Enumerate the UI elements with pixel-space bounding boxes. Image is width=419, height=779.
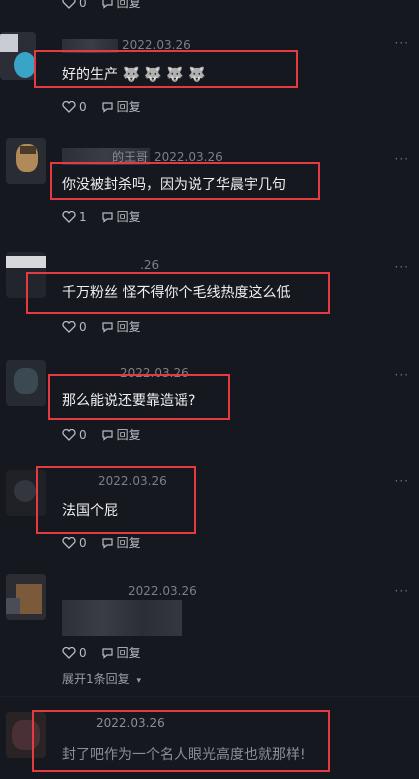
comment-date: .26 (140, 258, 160, 272)
divider (0, 696, 419, 697)
heart-icon (62, 320, 76, 333)
more-options-icon[interactable]: ··· (395, 584, 409, 598)
heart-icon (62, 100, 76, 113)
reply-icon (102, 537, 113, 549)
highlight-box (48, 374, 230, 420)
comment-text (62, 600, 182, 636)
highlight-box (36, 466, 196, 534)
reply-icon (102, 211, 113, 223)
heart-icon (62, 536, 76, 549)
reply-icon (102, 429, 113, 441)
more-options-icon[interactable]: ··· (395, 474, 409, 488)
like-count: 1 (79, 209, 87, 224)
highlight-box (34, 50, 298, 88)
like-count: 0 (79, 99, 87, 114)
comment-meta: .26 (62, 258, 159, 272)
reply-label: 回复 (116, 428, 141, 442)
more-options-icon[interactable]: ··· (395, 152, 409, 166)
like-count: 0 (79, 645, 87, 660)
comment-actions: 0 回复 (62, 318, 155, 335)
highlight-box (26, 272, 330, 314)
like-button[interactable]: 0 (62, 0, 87, 10)
comment-actions: 0 回复 (62, 426, 155, 443)
reply-label: 回复 (116, 100, 141, 114)
comment-actions: 0 回复 (62, 644, 155, 661)
reply-icon (102, 0, 113, 9)
expand-replies-link[interactable]: 展开1条回复 ▾ (62, 670, 141, 687)
like-count: 0 (79, 0, 87, 10)
reply-button[interactable]: 回复 (101, 0, 141, 11)
more-options-icon[interactable]: ··· (395, 260, 409, 274)
like-button[interactable]: 0 (62, 320, 87, 334)
comment-date: 2022.03.26 (128, 584, 197, 598)
avatar[interactable] (0, 32, 36, 80)
reply-label: 回复 (116, 320, 141, 334)
reply-icon (102, 101, 113, 113)
comment-actions: 0 回复 (62, 534, 155, 551)
comment-actions: 1 回复 (62, 208, 155, 225)
heart-icon (62, 210, 76, 223)
chevron-down-icon: ▾ (136, 676, 141, 686)
comment-meta: 2022.03.26 (62, 584, 197, 598)
like-count: 0 (79, 427, 87, 442)
heart-icon (62, 646, 76, 659)
comment-actions: 0 回复 (62, 98, 155, 115)
reply-label: 回复 (116, 0, 141, 10)
like-button[interactable]: 0 (62, 100, 87, 114)
highlight-box (50, 162, 320, 200)
like-count: 0 (79, 319, 87, 334)
reply-icon (102, 321, 113, 333)
like-button[interactable]: 0 (62, 536, 87, 550)
heart-icon (62, 0, 76, 9)
more-options-icon[interactable]: ··· (395, 36, 409, 50)
expand-replies-label: 展开1条回复 (62, 672, 130, 686)
reply-button[interactable]: 回复 (101, 644, 141, 661)
reply-label: 回复 (116, 646, 141, 660)
comment-actions-partial: 0 回复 (62, 0, 155, 11)
reply-button[interactable]: 回复 (101, 98, 141, 115)
like-count: 0 (79, 535, 87, 550)
more-options-icon[interactable]: ··· (395, 368, 409, 382)
avatar[interactable] (6, 138, 46, 184)
avatar[interactable] (6, 574, 46, 620)
reply-label: 回复 (116, 210, 141, 224)
reply-button[interactable]: 回复 (101, 426, 141, 443)
reply-button[interactable]: 回复 (101, 208, 141, 225)
heart-icon (62, 428, 76, 441)
reply-label: 回复 (116, 536, 141, 550)
like-button[interactable]: 1 (62, 210, 87, 224)
highlight-box (32, 710, 330, 772)
reply-button[interactable]: 回复 (101, 318, 141, 335)
reply-button[interactable]: 回复 (101, 534, 141, 551)
reply-icon (102, 647, 113, 659)
avatar[interactable] (6, 360, 46, 406)
like-button[interactable]: 0 (62, 646, 87, 660)
like-button[interactable]: 0 (62, 428, 87, 442)
